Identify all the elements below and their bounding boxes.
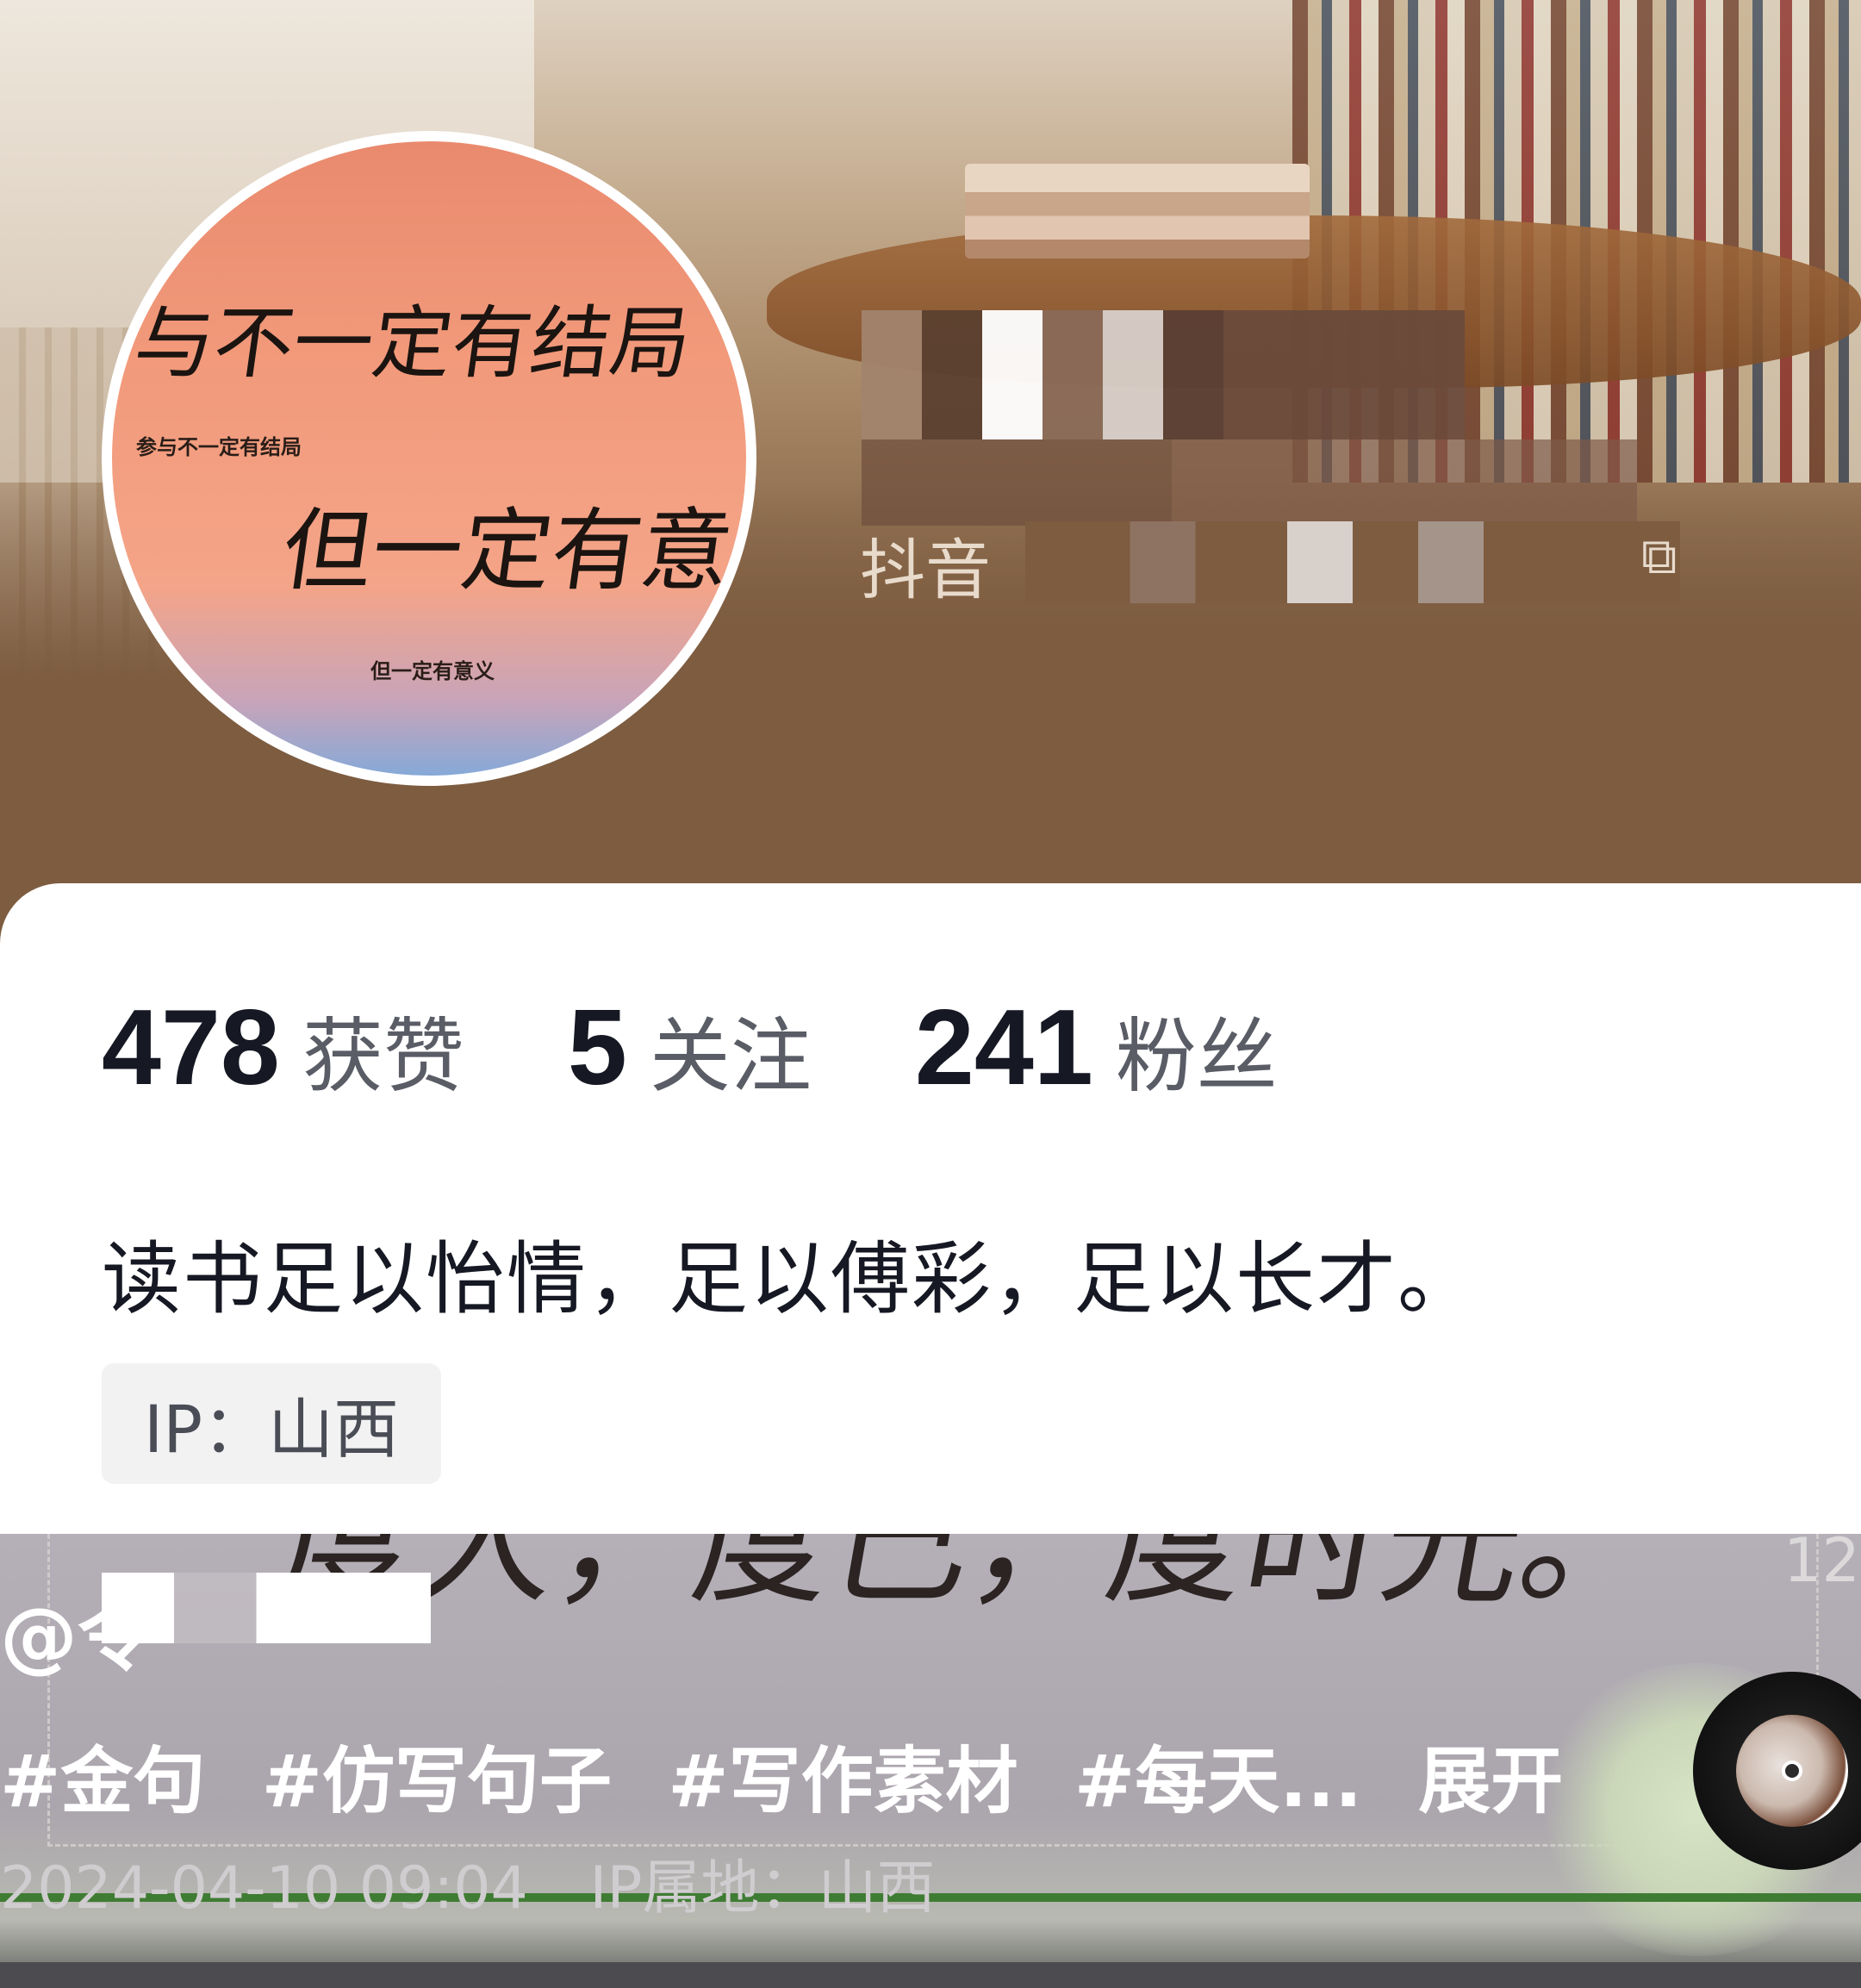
video-overlay-text: 度人，度己，度时光。	[268, 1534, 1676, 1623]
avatar-text-line3: 但一定有意	[276, 498, 739, 603]
likes-label[interactable]: 获赞	[302, 991, 464, 1108]
copy-icon[interactable]: ⧉	[1641, 530, 1693, 582]
profile-avatar[interactable]: 与不一定有结局 参与不一定有结局 但一定有意 但一定有意义	[102, 131, 756, 786]
username-redacted	[862, 310, 1465, 439]
douyin-id-redacted	[1025, 521, 1680, 603]
video-page-number: 12	[1783, 1534, 1861, 1596]
video-meta: 2024-04-10 09:04 IP属地：山西	[0, 1840, 935, 1925]
video-timestamp: 2024-04-10 09:04	[0, 1854, 528, 1923]
avatar-text-line1: 与不一定有结局	[128, 297, 697, 389]
video-author-redacted	[102, 1573, 431, 1643]
avatar-text-line2: 参与不一定有结局	[136, 435, 302, 459]
video-bottom-strip	[0, 1962, 1861, 1988]
music-disc-hole	[1782, 1761, 1802, 1781]
avatar-text-line4: 但一定有意义	[370, 659, 495, 683]
avatar-image: 与不一定有结局 参与不一定有结局 但一定有意 但一定有意义	[112, 141, 746, 776]
followers-label[interactable]: 粉丝	[1116, 991, 1278, 1108]
tag-item[interactable]: #每天...	[1074, 1739, 1362, 1823]
profile-bio: 读书足以怡情，足以傅彩，足以长才。	[102, 1233, 1479, 1325]
username-redacted-2	[862, 439, 1637, 526]
profile-stats: 478 获赞 5 关注 241 粉丝	[102, 987, 1278, 1107]
ip-tag: IP：山西	[102, 1363, 441, 1484]
video-tags: #金句 #仿写句子 #写作素材 #每天... 展开	[0, 1723, 1563, 1828]
followers-count[interactable]: 241	[915, 987, 1093, 1109]
following-count[interactable]: 5	[568, 987, 627, 1109]
banner-books	[965, 164, 1310, 259]
expand-button[interactable]: 展开	[1418, 1739, 1563, 1823]
following-label[interactable]: 关注	[650, 991, 812, 1108]
video-ip-location: IP属地：山西	[589, 1854, 936, 1923]
tag-item[interactable]: #写作素材	[668, 1739, 1018, 1823]
likes-count[interactable]: 478	[102, 987, 280, 1109]
tag-item[interactable]: #金句	[0, 1739, 205, 1823]
douyin-id-label: 抖音	[860, 532, 991, 608]
tag-item[interactable]: #仿写句子	[262, 1739, 612, 1823]
